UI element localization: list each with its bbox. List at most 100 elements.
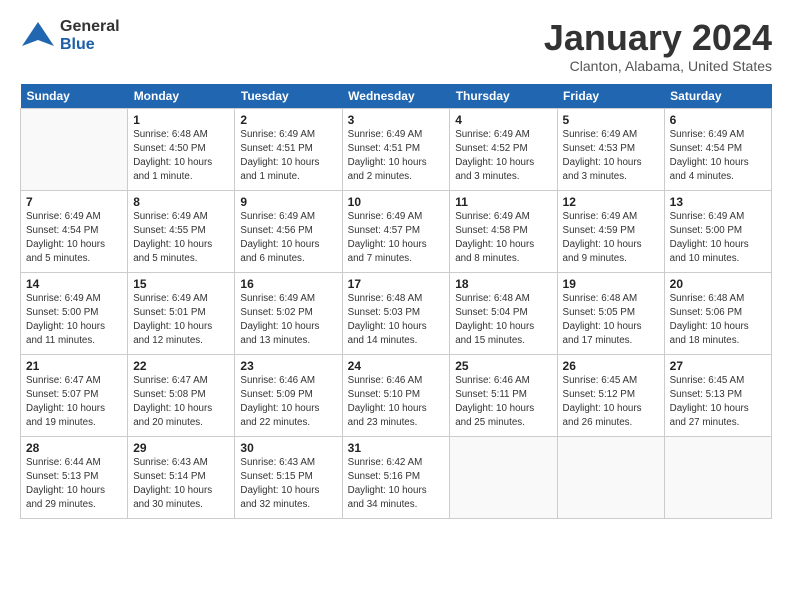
weekday-header-monday: Monday: [128, 84, 235, 109]
calendar-subtitle: Clanton, Alabama, United States: [544, 58, 772, 74]
day-number: 24: [348, 359, 445, 373]
day-detail: Sunrise: 6:46 AM Sunset: 5:09 PM Dayligh…: [240, 374, 336, 431]
page: General Blue January 2024 Clanton, Alaba…: [0, 0, 792, 529]
calendar-cell: 21Sunrise: 6:47 AM Sunset: 5:07 PM Dayli…: [21, 354, 128, 436]
day-number: 23: [240, 359, 336, 373]
calendar-cell: 8Sunrise: 6:49 AM Sunset: 4:55 PM Daylig…: [128, 190, 235, 272]
day-number: 10: [348, 195, 445, 209]
day-detail: Sunrise: 6:49 AM Sunset: 4:53 PM Dayligh…: [563, 128, 659, 185]
calendar-table: SundayMondayTuesdayWednesdayThursdayFrid…: [20, 84, 772, 519]
day-detail: Sunrise: 6:47 AM Sunset: 5:08 PM Dayligh…: [133, 374, 229, 431]
calendar-cell: 18Sunrise: 6:48 AM Sunset: 5:04 PM Dayli…: [450, 272, 557, 354]
day-number: 22: [133, 359, 229, 373]
calendar-cell: 28Sunrise: 6:44 AM Sunset: 5:13 PM Dayli…: [21, 436, 128, 518]
week-row-3: 14Sunrise: 6:49 AM Sunset: 5:00 PM Dayli…: [21, 272, 772, 354]
calendar-cell: 22Sunrise: 6:47 AM Sunset: 5:08 PM Dayli…: [128, 354, 235, 436]
day-number: 3: [348, 113, 445, 127]
calendar-cell: 26Sunrise: 6:45 AM Sunset: 5:12 PM Dayli…: [557, 354, 664, 436]
calendar-cell: [450, 436, 557, 518]
day-number: 26: [563, 359, 659, 373]
day-number: 20: [670, 277, 766, 291]
day-detail: Sunrise: 6:47 AM Sunset: 5:07 PM Dayligh…: [26, 374, 122, 431]
day-detail: Sunrise: 6:49 AM Sunset: 5:02 PM Dayligh…: [240, 292, 336, 349]
day-number: 9: [240, 195, 336, 209]
day-number: 8: [133, 195, 229, 209]
day-detail: Sunrise: 6:49 AM Sunset: 4:51 PM Dayligh…: [240, 128, 336, 185]
weekday-header-row: SundayMondayTuesdayWednesdayThursdayFrid…: [21, 84, 772, 109]
calendar-cell: 2Sunrise: 6:49 AM Sunset: 4:51 PM Daylig…: [235, 108, 342, 190]
day-number: 31: [348, 441, 445, 455]
calendar-title: January 2024: [544, 18, 772, 58]
day-detail: Sunrise: 6:48 AM Sunset: 5:05 PM Dayligh…: [563, 292, 659, 349]
calendar-cell: 9Sunrise: 6:49 AM Sunset: 4:56 PM Daylig…: [235, 190, 342, 272]
calendar-cell: 20Sunrise: 6:48 AM Sunset: 5:06 PM Dayli…: [664, 272, 771, 354]
logo-general: General: [60, 18, 120, 36]
day-detail: Sunrise: 6:49 AM Sunset: 4:56 PM Dayligh…: [240, 210, 336, 267]
weekday-header-wednesday: Wednesday: [342, 84, 450, 109]
calendar-cell: 11Sunrise: 6:49 AM Sunset: 4:58 PM Dayli…: [450, 190, 557, 272]
day-number: 13: [670, 195, 766, 209]
day-number: 19: [563, 277, 659, 291]
day-number: 27: [670, 359, 766, 373]
day-detail: Sunrise: 6:46 AM Sunset: 5:10 PM Dayligh…: [348, 374, 445, 431]
calendar-cell: 4Sunrise: 6:49 AM Sunset: 4:52 PM Daylig…: [450, 108, 557, 190]
day-number: 18: [455, 277, 551, 291]
week-row-5: 28Sunrise: 6:44 AM Sunset: 5:13 PM Dayli…: [21, 436, 772, 518]
day-detail: Sunrise: 6:48 AM Sunset: 5:03 PM Dayligh…: [348, 292, 445, 349]
day-detail: Sunrise: 6:49 AM Sunset: 4:54 PM Dayligh…: [26, 210, 122, 267]
calendar-cell: 23Sunrise: 6:46 AM Sunset: 5:09 PM Dayli…: [235, 354, 342, 436]
weekday-header-thursday: Thursday: [450, 84, 557, 109]
week-row-2: 7Sunrise: 6:49 AM Sunset: 4:54 PM Daylig…: [21, 190, 772, 272]
logo-blue: Blue: [60, 36, 120, 54]
day-number: 21: [26, 359, 122, 373]
calendar-cell: 16Sunrise: 6:49 AM Sunset: 5:02 PM Dayli…: [235, 272, 342, 354]
day-detail: Sunrise: 6:45 AM Sunset: 5:12 PM Dayligh…: [563, 374, 659, 431]
calendar-cell: 10Sunrise: 6:49 AM Sunset: 4:57 PM Dayli…: [342, 190, 450, 272]
calendar-cell: 3Sunrise: 6:49 AM Sunset: 4:51 PM Daylig…: [342, 108, 450, 190]
day-detail: Sunrise: 6:42 AM Sunset: 5:16 PM Dayligh…: [348, 456, 445, 513]
calendar-cell: 19Sunrise: 6:48 AM Sunset: 5:05 PM Dayli…: [557, 272, 664, 354]
day-number: 30: [240, 441, 336, 455]
day-number: 1: [133, 113, 229, 127]
day-detail: Sunrise: 6:48 AM Sunset: 5:06 PM Dayligh…: [670, 292, 766, 349]
calendar-cell: 25Sunrise: 6:46 AM Sunset: 5:11 PM Dayli…: [450, 354, 557, 436]
day-number: 14: [26, 277, 122, 291]
calendar-cell: 14Sunrise: 6:49 AM Sunset: 5:00 PM Dayli…: [21, 272, 128, 354]
logo-text: General Blue: [60, 18, 120, 53]
day-detail: Sunrise: 6:48 AM Sunset: 5:04 PM Dayligh…: [455, 292, 551, 349]
day-detail: Sunrise: 6:46 AM Sunset: 5:11 PM Dayligh…: [455, 374, 551, 431]
day-detail: Sunrise: 6:43 AM Sunset: 5:14 PM Dayligh…: [133, 456, 229, 513]
day-number: 7: [26, 195, 122, 209]
week-row-1: 1Sunrise: 6:48 AM Sunset: 4:50 PM Daylig…: [21, 108, 772, 190]
day-number: 17: [348, 277, 445, 291]
day-number: 6: [670, 113, 766, 127]
calendar-cell: 7Sunrise: 6:49 AM Sunset: 4:54 PM Daylig…: [21, 190, 128, 272]
weekday-header-tuesday: Tuesday: [235, 84, 342, 109]
title-block: January 2024 Clanton, Alabama, United St…: [544, 18, 772, 74]
day-detail: Sunrise: 6:49 AM Sunset: 4:55 PM Dayligh…: [133, 210, 229, 267]
day-detail: Sunrise: 6:49 AM Sunset: 4:54 PM Dayligh…: [670, 128, 766, 185]
day-detail: Sunrise: 6:44 AM Sunset: 5:13 PM Dayligh…: [26, 456, 122, 513]
day-number: 28: [26, 441, 122, 455]
calendar-cell: 29Sunrise: 6:43 AM Sunset: 5:14 PM Dayli…: [128, 436, 235, 518]
calendar-cell: 24Sunrise: 6:46 AM Sunset: 5:10 PM Dayli…: [342, 354, 450, 436]
day-number: 29: [133, 441, 229, 455]
calendar-cell: 5Sunrise: 6:49 AM Sunset: 4:53 PM Daylig…: [557, 108, 664, 190]
day-detail: Sunrise: 6:45 AM Sunset: 5:13 PM Dayligh…: [670, 374, 766, 431]
calendar-cell: [21, 108, 128, 190]
calendar-cell: 1Sunrise: 6:48 AM Sunset: 4:50 PM Daylig…: [128, 108, 235, 190]
day-detail: Sunrise: 6:49 AM Sunset: 4:57 PM Dayligh…: [348, 210, 445, 267]
day-number: 16: [240, 277, 336, 291]
weekday-header-sunday: Sunday: [21, 84, 128, 109]
day-detail: Sunrise: 6:49 AM Sunset: 4:51 PM Dayligh…: [348, 128, 445, 185]
calendar-cell: 13Sunrise: 6:49 AM Sunset: 5:00 PM Dayli…: [664, 190, 771, 272]
day-detail: Sunrise: 6:43 AM Sunset: 5:15 PM Dayligh…: [240, 456, 336, 513]
calendar-cell: 12Sunrise: 6:49 AM Sunset: 4:59 PM Dayli…: [557, 190, 664, 272]
logo: General Blue: [20, 18, 120, 54]
calendar-cell: 17Sunrise: 6:48 AM Sunset: 5:03 PM Dayli…: [342, 272, 450, 354]
day-detail: Sunrise: 6:49 AM Sunset: 4:52 PM Dayligh…: [455, 128, 551, 185]
week-row-4: 21Sunrise: 6:47 AM Sunset: 5:07 PM Dayli…: [21, 354, 772, 436]
day-number: 4: [455, 113, 551, 127]
weekday-header-friday: Friday: [557, 84, 664, 109]
day-number: 15: [133, 277, 229, 291]
